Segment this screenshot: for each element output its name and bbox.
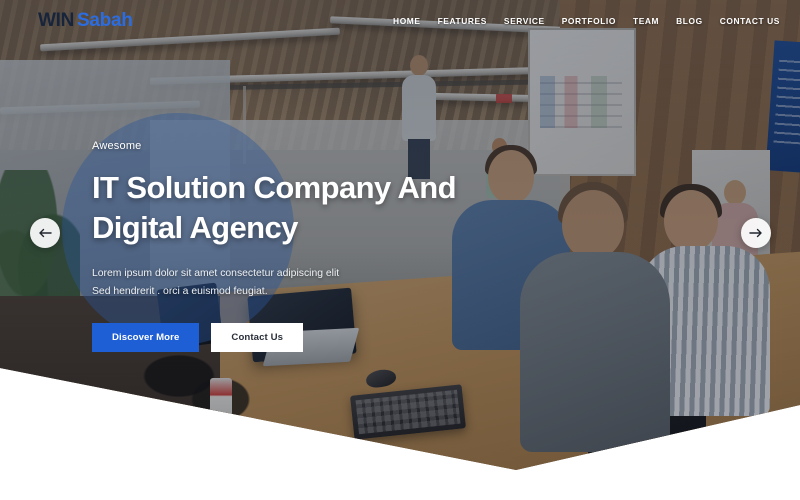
nav-item-home[interactable]: HOME — [393, 16, 421, 26]
nav-item-team[interactable]: TEAM — [633, 16, 659, 26]
contact-us-button[interactable]: Contact Us — [211, 323, 304, 352]
slider-next-button[interactable] — [741, 218, 771, 248]
hero-subcopy: Lorem ipsum dolor sit amet consectetur a… — [92, 265, 512, 301]
nav-item-blog[interactable]: BLOG — [676, 16, 703, 26]
logo-text-secondary: Sabah — [77, 10, 133, 31]
discover-more-button[interactable]: Discover More — [92, 323, 200, 352]
subcopy-line-2: Sed hendrerit . orci a euismod feugiat. — [92, 285, 268, 297]
site-header: WIN Sabah HOME FEATURES SERVICE PORTFOLIO… — [0, 0, 800, 42]
hero-eyebrow: Awesome — [92, 140, 142, 152]
headline-line-2: Digital Agency — [92, 210, 298, 246]
site-logo[interactable]: WIN Sabah — [38, 10, 133, 32]
nav-item-contact-us[interactable]: CONTACT US — [720, 16, 780, 26]
slider-prev-button[interactable] — [30, 218, 60, 248]
nav-item-portfolio[interactable]: PORTFOLIO — [562, 16, 616, 26]
main-navigation: HOME FEATURES SERVICE PORTFOLIO TEAM BLO… — [393, 16, 780, 26]
hero-button-row: Discover More Contact Us — [92, 323, 512, 352]
logo-text-primary: WIN — [38, 10, 75, 31]
landing-page: WIN Sabah HOME FEATURES SERVICE PORTFOLIO… — [0, 0, 800, 500]
hero-content: Awesome IT Solution Company And Digital … — [92, 140, 512, 352]
hero-headline: IT Solution Company And Digital Agency — [92, 168, 512, 249]
nav-item-service[interactable]: SERVICE — [504, 16, 545, 26]
arrow-left-icon — [39, 228, 52, 238]
headline-line-1: IT Solution Company And — [92, 170, 457, 205]
subcopy-line-1: Lorem ipsum dolor sit amet consectetur a… — [92, 267, 340, 279]
nav-item-features[interactable]: FEATURES — [438, 16, 487, 26]
arrow-right-icon — [749, 228, 762, 238]
